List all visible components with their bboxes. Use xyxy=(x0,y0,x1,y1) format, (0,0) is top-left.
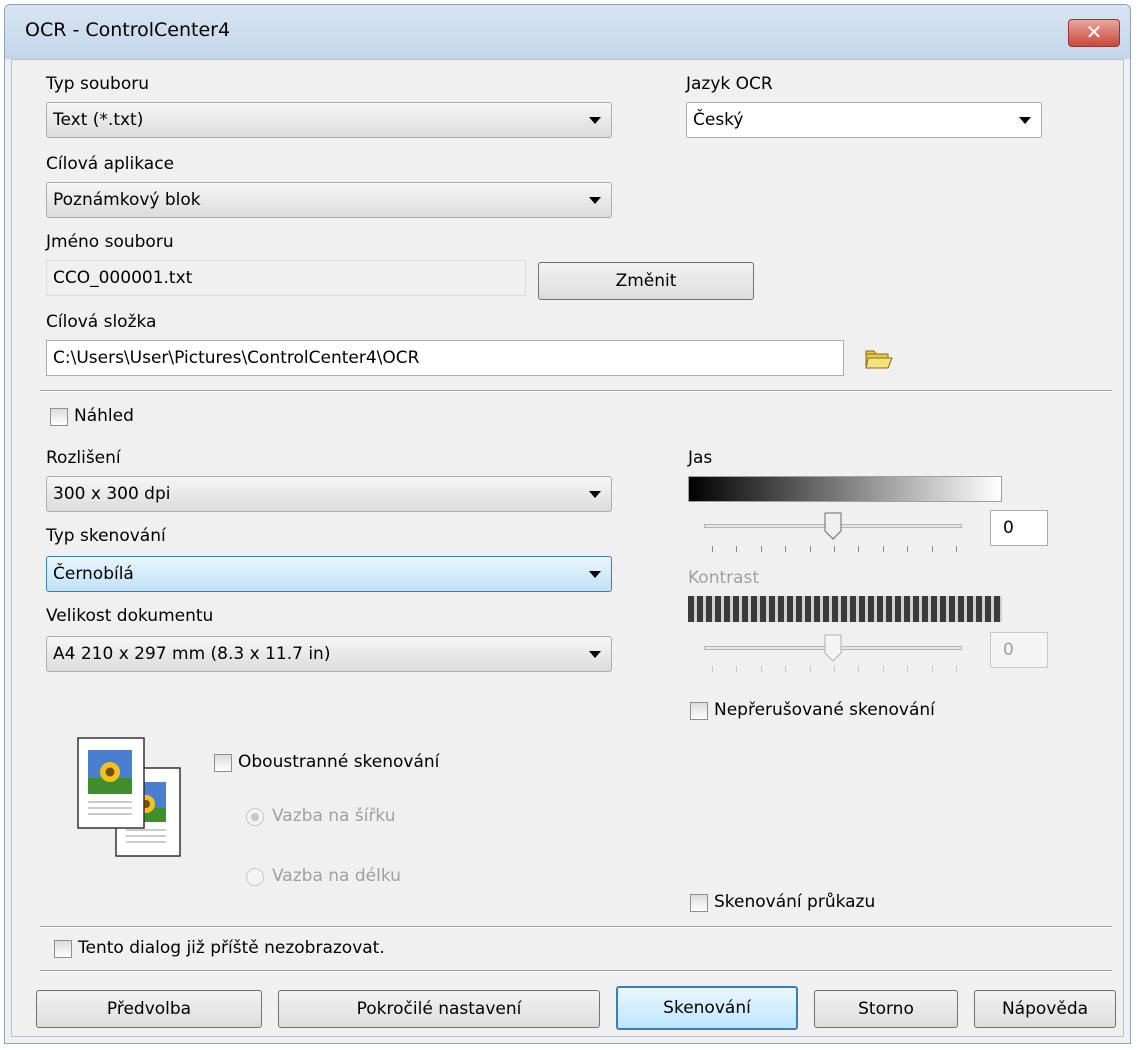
brightness-value: 0 xyxy=(1003,518,1014,538)
long-edge-label: Vazba na šířku xyxy=(272,806,396,826)
file-type-select[interactable]: Text (*.txt) xyxy=(46,102,612,138)
scan-type-label: Typ skenování xyxy=(46,526,166,546)
ocr-language-select[interactable]: Český xyxy=(686,102,1042,138)
dont-show-again-label: Tento dialog již příště nezobrazovat. xyxy=(78,938,385,958)
tick-mark xyxy=(736,666,738,672)
file-type-value: Text (*.txt) xyxy=(53,110,144,130)
id-card-scan-checkbox[interactable] xyxy=(690,894,708,912)
contrast-value: 0 xyxy=(1003,640,1014,660)
target-folder-field[interactable]: C:\Users\User\Pictures\ControlCenter4\OC… xyxy=(46,340,844,376)
target-folder-value: C:\Users\User\Pictures\ControlCenter4\OC… xyxy=(53,348,420,368)
ocr-language-value: Český xyxy=(693,110,744,130)
change-button[interactable]: Změnit xyxy=(538,262,754,300)
tick-mark xyxy=(736,546,738,552)
brightness-gradient xyxy=(688,476,1002,502)
divider xyxy=(40,390,1112,392)
preview-label: Náhled xyxy=(74,406,134,426)
tick-mark xyxy=(907,666,909,672)
contrast-label: Kontrast xyxy=(688,568,760,588)
tick-mark xyxy=(858,666,860,672)
scan-button[interactable]: Skenování xyxy=(616,986,798,1030)
document-size-value: A4 210 x 297 mm (8.3 x 11.7 in) xyxy=(53,644,331,664)
tick-mark xyxy=(785,666,787,672)
tick-mark xyxy=(956,666,957,672)
resolution-label: Rozlišení xyxy=(46,448,121,468)
brightness-ticks xyxy=(712,546,957,554)
resolution-value: 300 x 300 dpi xyxy=(53,484,171,504)
divider xyxy=(40,970,1112,972)
contrast-slider-thumb xyxy=(824,634,842,662)
folder-icon[interactable] xyxy=(864,346,894,372)
brightness-value-field[interactable]: 0 xyxy=(990,510,1048,546)
contrast-pattern xyxy=(688,596,1002,622)
tick-mark xyxy=(858,546,860,552)
divider xyxy=(40,926,1112,928)
brightness-label: Jas xyxy=(688,448,713,468)
tick-mark xyxy=(882,666,884,672)
contrast-value-field: 0 xyxy=(990,632,1048,668)
continuous-scan-label: Nepřerušované skenování xyxy=(714,700,935,720)
id-card-scan-label: Skenování průkazu xyxy=(714,892,876,912)
scan-type-select[interactable]: Černobílá xyxy=(46,556,612,592)
target-folder-label: Cílová složka xyxy=(46,312,157,332)
chevron-down-icon xyxy=(589,651,601,658)
preset-button[interactable]: Předvolba xyxy=(36,990,262,1028)
tick-mark xyxy=(809,666,811,672)
tick-mark xyxy=(931,666,933,672)
help-button[interactable]: Nápověda xyxy=(974,990,1116,1028)
dont-show-again-checkbox[interactable] xyxy=(54,940,72,958)
tick-mark xyxy=(882,546,884,552)
tick-mark xyxy=(712,666,713,672)
chevron-down-icon xyxy=(589,117,601,124)
duplex-label: Oboustranné skenování xyxy=(238,752,440,772)
tick-mark xyxy=(907,546,909,552)
duplex-scan-icon xyxy=(74,734,186,862)
chevron-down-icon xyxy=(589,197,601,204)
ocr-language-label: Jazyk OCR xyxy=(686,74,773,94)
short-edge-radio xyxy=(246,868,264,886)
advanced-settings-button[interactable]: Pokročilé nastavení xyxy=(278,990,600,1028)
dialog-body: Typ souboru Text (*.txt) Jazyk OCR Český… xyxy=(11,59,1124,1037)
preview-checkbox[interactable] xyxy=(50,408,68,426)
document-size-label: Velikost dokumentu xyxy=(46,606,214,626)
title-bar: OCR - ControlCenter4 ✕ xyxy=(5,5,1130,59)
continuous-scan-checkbox[interactable] xyxy=(690,702,708,720)
target-app-label: Cílová aplikace xyxy=(46,154,175,174)
cancel-button[interactable]: Storno xyxy=(814,990,958,1028)
tick-mark xyxy=(712,546,713,552)
tick-mark xyxy=(834,546,835,552)
brightness-slider-thumb[interactable] xyxy=(824,512,842,540)
target-app-value: Poznámkový blok xyxy=(53,190,201,210)
chevron-down-icon xyxy=(589,491,601,498)
chevron-down-icon xyxy=(1019,117,1031,124)
file-name-value: CCO_000001.txt xyxy=(53,268,193,288)
tick-mark xyxy=(956,546,957,552)
tick-mark xyxy=(760,666,762,672)
window-title: OCR - ControlCenter4 xyxy=(25,19,231,41)
resolution-select[interactable]: 300 x 300 dpi xyxy=(46,476,612,512)
file-type-label: Typ souboru xyxy=(46,74,149,94)
short-edge-label: Vazba na délku xyxy=(272,866,401,886)
ocr-dialog: OCR - ControlCenter4 ✕ Typ souboru Text … xyxy=(4,4,1131,1044)
tick-mark xyxy=(931,546,933,552)
target-app-select[interactable]: Poznámkový blok xyxy=(46,182,612,218)
document-size-select[interactable]: A4 210 x 297 mm (8.3 x 11.7 in) xyxy=(46,636,612,672)
file-name-field: CCO_000001.txt xyxy=(46,260,526,296)
tick-mark xyxy=(785,546,787,552)
contrast-ticks xyxy=(712,666,957,674)
scan-type-value: Černobílá xyxy=(53,564,134,584)
tick-mark xyxy=(809,546,811,552)
file-name-label: Jméno souboru xyxy=(46,232,174,252)
duplex-checkbox[interactable] xyxy=(214,754,232,772)
long-edge-radio xyxy=(246,808,264,826)
tick-mark xyxy=(834,666,835,672)
chevron-down-icon xyxy=(589,571,601,578)
tick-mark xyxy=(760,546,762,552)
close-button[interactable]: ✕ xyxy=(1068,19,1120,47)
